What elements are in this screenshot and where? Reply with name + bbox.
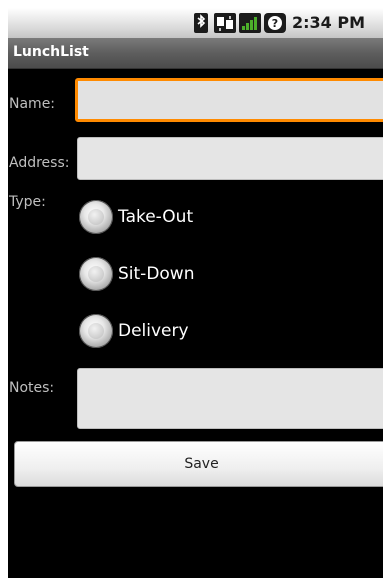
name-field[interactable] [75, 78, 383, 122]
address-label: Address: [9, 155, 70, 171]
help-icon: ? [264, 13, 286, 33]
data-transfer-icon [214, 13, 236, 33]
radio-label-delivery: Delivery [118, 321, 189, 341]
app-title: LunchList [13, 44, 89, 60]
name-label: Name: [9, 96, 56, 112]
radio-label-take-out: Take-Out [118, 207, 194, 227]
radio-take-out[interactable]: Take-Out [79, 200, 359, 240]
radio-button-icon[interactable] [79, 257, 113, 291]
save-button[interactable]: Save [14, 441, 383, 487]
svg-text:?: ? [272, 17, 278, 30]
app-title-bar: LunchList [8, 38, 383, 69]
lunch-form: Name: Address: Type: Take-Out Sit-Down D… [8, 69, 383, 578]
type-label: Type: [9, 194, 46, 210]
radio-button-icon[interactable] [79, 314, 113, 348]
radio-label-sit-down: Sit-Down [118, 264, 195, 284]
radio-sit-down[interactable]: Sit-Down [79, 257, 359, 297]
notes-label: Notes: [9, 380, 55, 396]
signal-icon [239, 13, 261, 33]
radio-delivery[interactable]: Delivery [79, 314, 359, 354]
address-field[interactable] [77, 137, 383, 180]
phone-screen: ? 2:34 PM LunchList Name: Address: Type:… [8, 8, 383, 578]
bluetooth-icon [194, 13, 208, 33]
status-clock: 2:34 PM [292, 13, 366, 32]
radio-button-icon[interactable] [79, 200, 113, 234]
status-bar: ? 2:34 PM [8, 8, 383, 38]
notes-field[interactable] [77, 368, 383, 429]
